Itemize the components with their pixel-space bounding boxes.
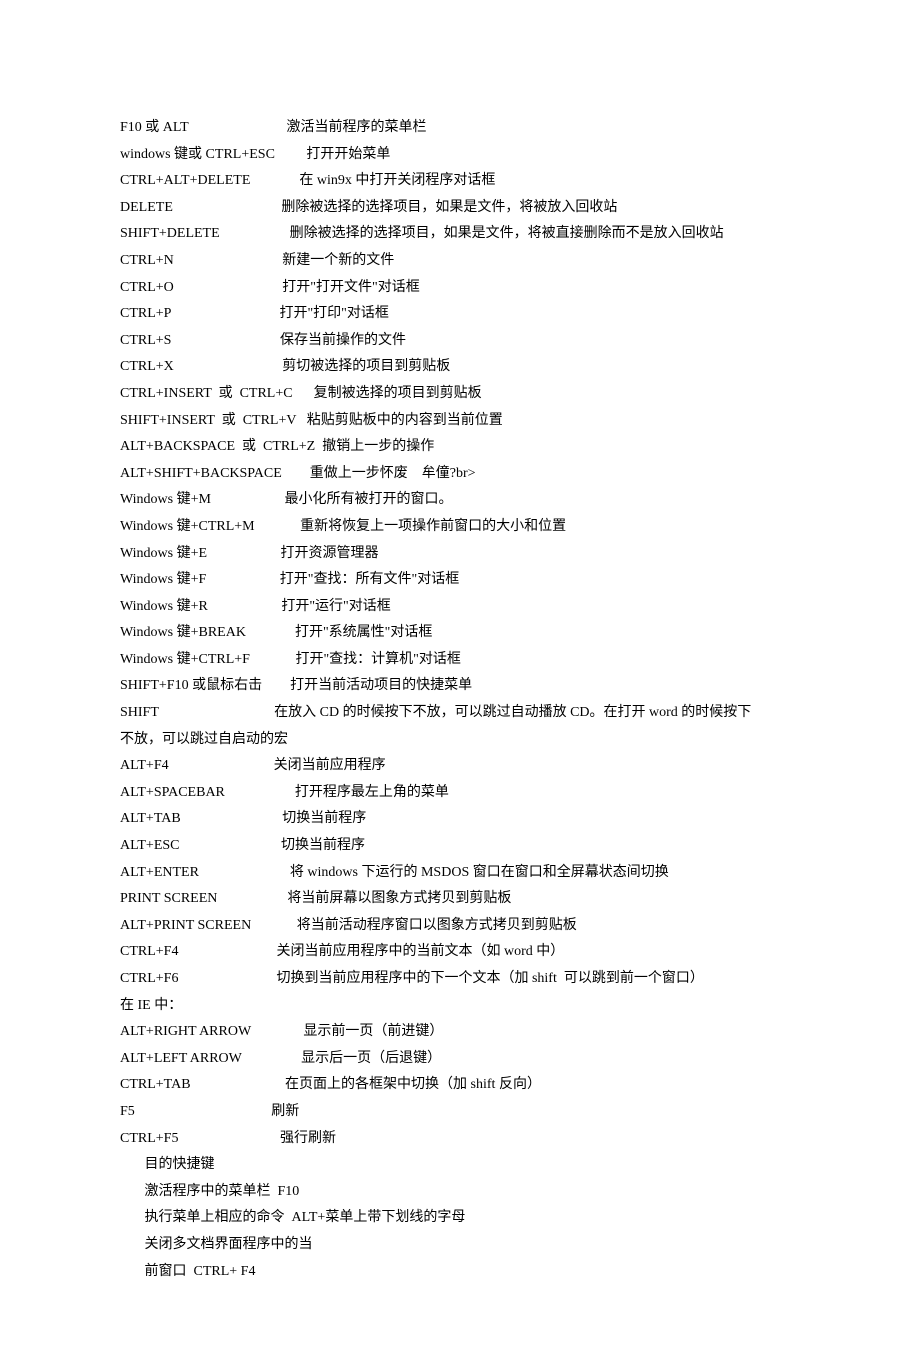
text-line: CTRL+ALT+DELETE 在 win9x 中打开关闭程序对话框 bbox=[120, 168, 800, 195]
text-line: 目的快捷键 bbox=[120, 1152, 800, 1179]
text-line: ALT+F4 关闭当前应用程序 bbox=[120, 753, 800, 780]
text-line: ALT+TAB 切换当前程序 bbox=[120, 806, 800, 833]
text-line: F5 刷新 bbox=[120, 1099, 800, 1126]
text-line: CTRL+F6 切换到当前应用程序中的下一个文本（加 shift 可以跳到前一个… bbox=[120, 966, 800, 993]
text-line: ALT+RIGHT ARROW 显示前一页（前进键） bbox=[120, 1019, 800, 1046]
text-line: ALT+PRINT SCREEN 将当前活动程序窗口以图象方式拷贝到剪贴板 bbox=[120, 913, 800, 940]
text-line: 前窗口 CTRL+ F4 bbox=[120, 1259, 800, 1286]
text-line: ALT+ESC 切换当前程序 bbox=[120, 833, 800, 860]
text-line: SHIFT+F10 或鼠标右击 打开当前活动项目的快捷菜单 bbox=[120, 673, 800, 700]
text-line: windows 键或 CTRL+ESC 打开开始菜单 bbox=[120, 142, 800, 169]
text-line: 执行菜单上相应的命令 ALT+菜单上带下划线的字母 bbox=[120, 1205, 800, 1232]
text-line: ALT+LEFT ARROW 显示后一页（后退键） bbox=[120, 1046, 800, 1073]
text-line: CTRL+P 打开"打印"对话框 bbox=[120, 301, 800, 328]
text-line: CTRL+TAB 在页面上的各框架中切换（加 shift 反向） bbox=[120, 1072, 800, 1099]
text-line: 关闭多文档界面程序中的当 bbox=[120, 1232, 800, 1259]
text-line: Windows 键+CTRL+M 重新将恢复上一项操作前窗口的大小和位置 bbox=[120, 514, 800, 541]
text-line: PRINT SCREEN 将当前屏幕以图象方式拷贝到剪贴板 bbox=[120, 886, 800, 913]
text-line: CTRL+X 剪切被选择的项目到剪贴板 bbox=[120, 354, 800, 381]
text-line: 在 IE 中： bbox=[120, 993, 800, 1020]
text-line: DELETE 删除被选择的选择项目，如果是文件，将被放入回收站 bbox=[120, 195, 800, 222]
text-line: ALT+SHIFT+BACKSPACE 重做上一步怀废 牟僮?br> bbox=[120, 461, 800, 488]
text-line: CTRL+F4 关闭当前应用程序中的当前文本（如 word 中） bbox=[120, 939, 800, 966]
text-line: Windows 键+F 打开"查找：所有文件"对话框 bbox=[120, 567, 800, 594]
text-line: CTRL+O 打开"打开文件"对话框 bbox=[120, 275, 800, 302]
text-line: Windows 键+R 打开"运行"对话框 bbox=[120, 594, 800, 621]
text-line: Windows 键+M 最小化所有被打开的窗口。 bbox=[120, 487, 800, 514]
text-line: ALT+SPACEBAR 打开程序最左上角的菜单 bbox=[120, 780, 800, 807]
text-line: CTRL+INSERT 或 CTRL+C 复制被选择的项目到剪贴板 bbox=[120, 381, 800, 408]
text-line: ALT+BACKSPACE 或 CTRL+Z 撤销上一步的操作 bbox=[120, 434, 800, 461]
text-line: Windows 键+CTRL+F 打开"查找：计算机"对话框 bbox=[120, 647, 800, 674]
text-line: F10 或 ALT 激活当前程序的菜单栏 bbox=[120, 115, 800, 142]
text-line: Windows 键+BREAK 打开"系统属性"对话框 bbox=[120, 620, 800, 647]
text-line: SHIFT 在放入 CD 的时候按下不放，可以跳过自动播放 CD。在打开 wor… bbox=[120, 700, 800, 727]
text-line: ALT+ENTER 将 windows 下运行的 MSDOS 窗口在窗口和全屏幕… bbox=[120, 860, 800, 887]
text-line: SHIFT+INSERT 或 CTRL+V 粘贴剪贴板中的内容到当前位置 bbox=[120, 408, 800, 435]
text-line: CTRL+N 新建一个新的文件 bbox=[120, 248, 800, 275]
text-line: CTRL+F5 强行刷新 bbox=[120, 1126, 800, 1153]
text-line: SHIFT+DELETE 删除被选择的选择项目，如果是文件，将被直接删除而不是放… bbox=[120, 221, 800, 248]
text-line: CTRL+S 保存当前操作的文件 bbox=[120, 328, 800, 355]
document-page: F10 或 ALT 激活当前程序的菜单栏windows 键或 CTRL+ESC … bbox=[0, 0, 920, 1345]
text-line: 激活程序中的菜单栏 F10 bbox=[120, 1179, 800, 1206]
text-line: Windows 键+E 打开资源管理器 bbox=[120, 541, 800, 568]
text-line: 不放，可以跳过自启动的宏 bbox=[120, 727, 800, 754]
